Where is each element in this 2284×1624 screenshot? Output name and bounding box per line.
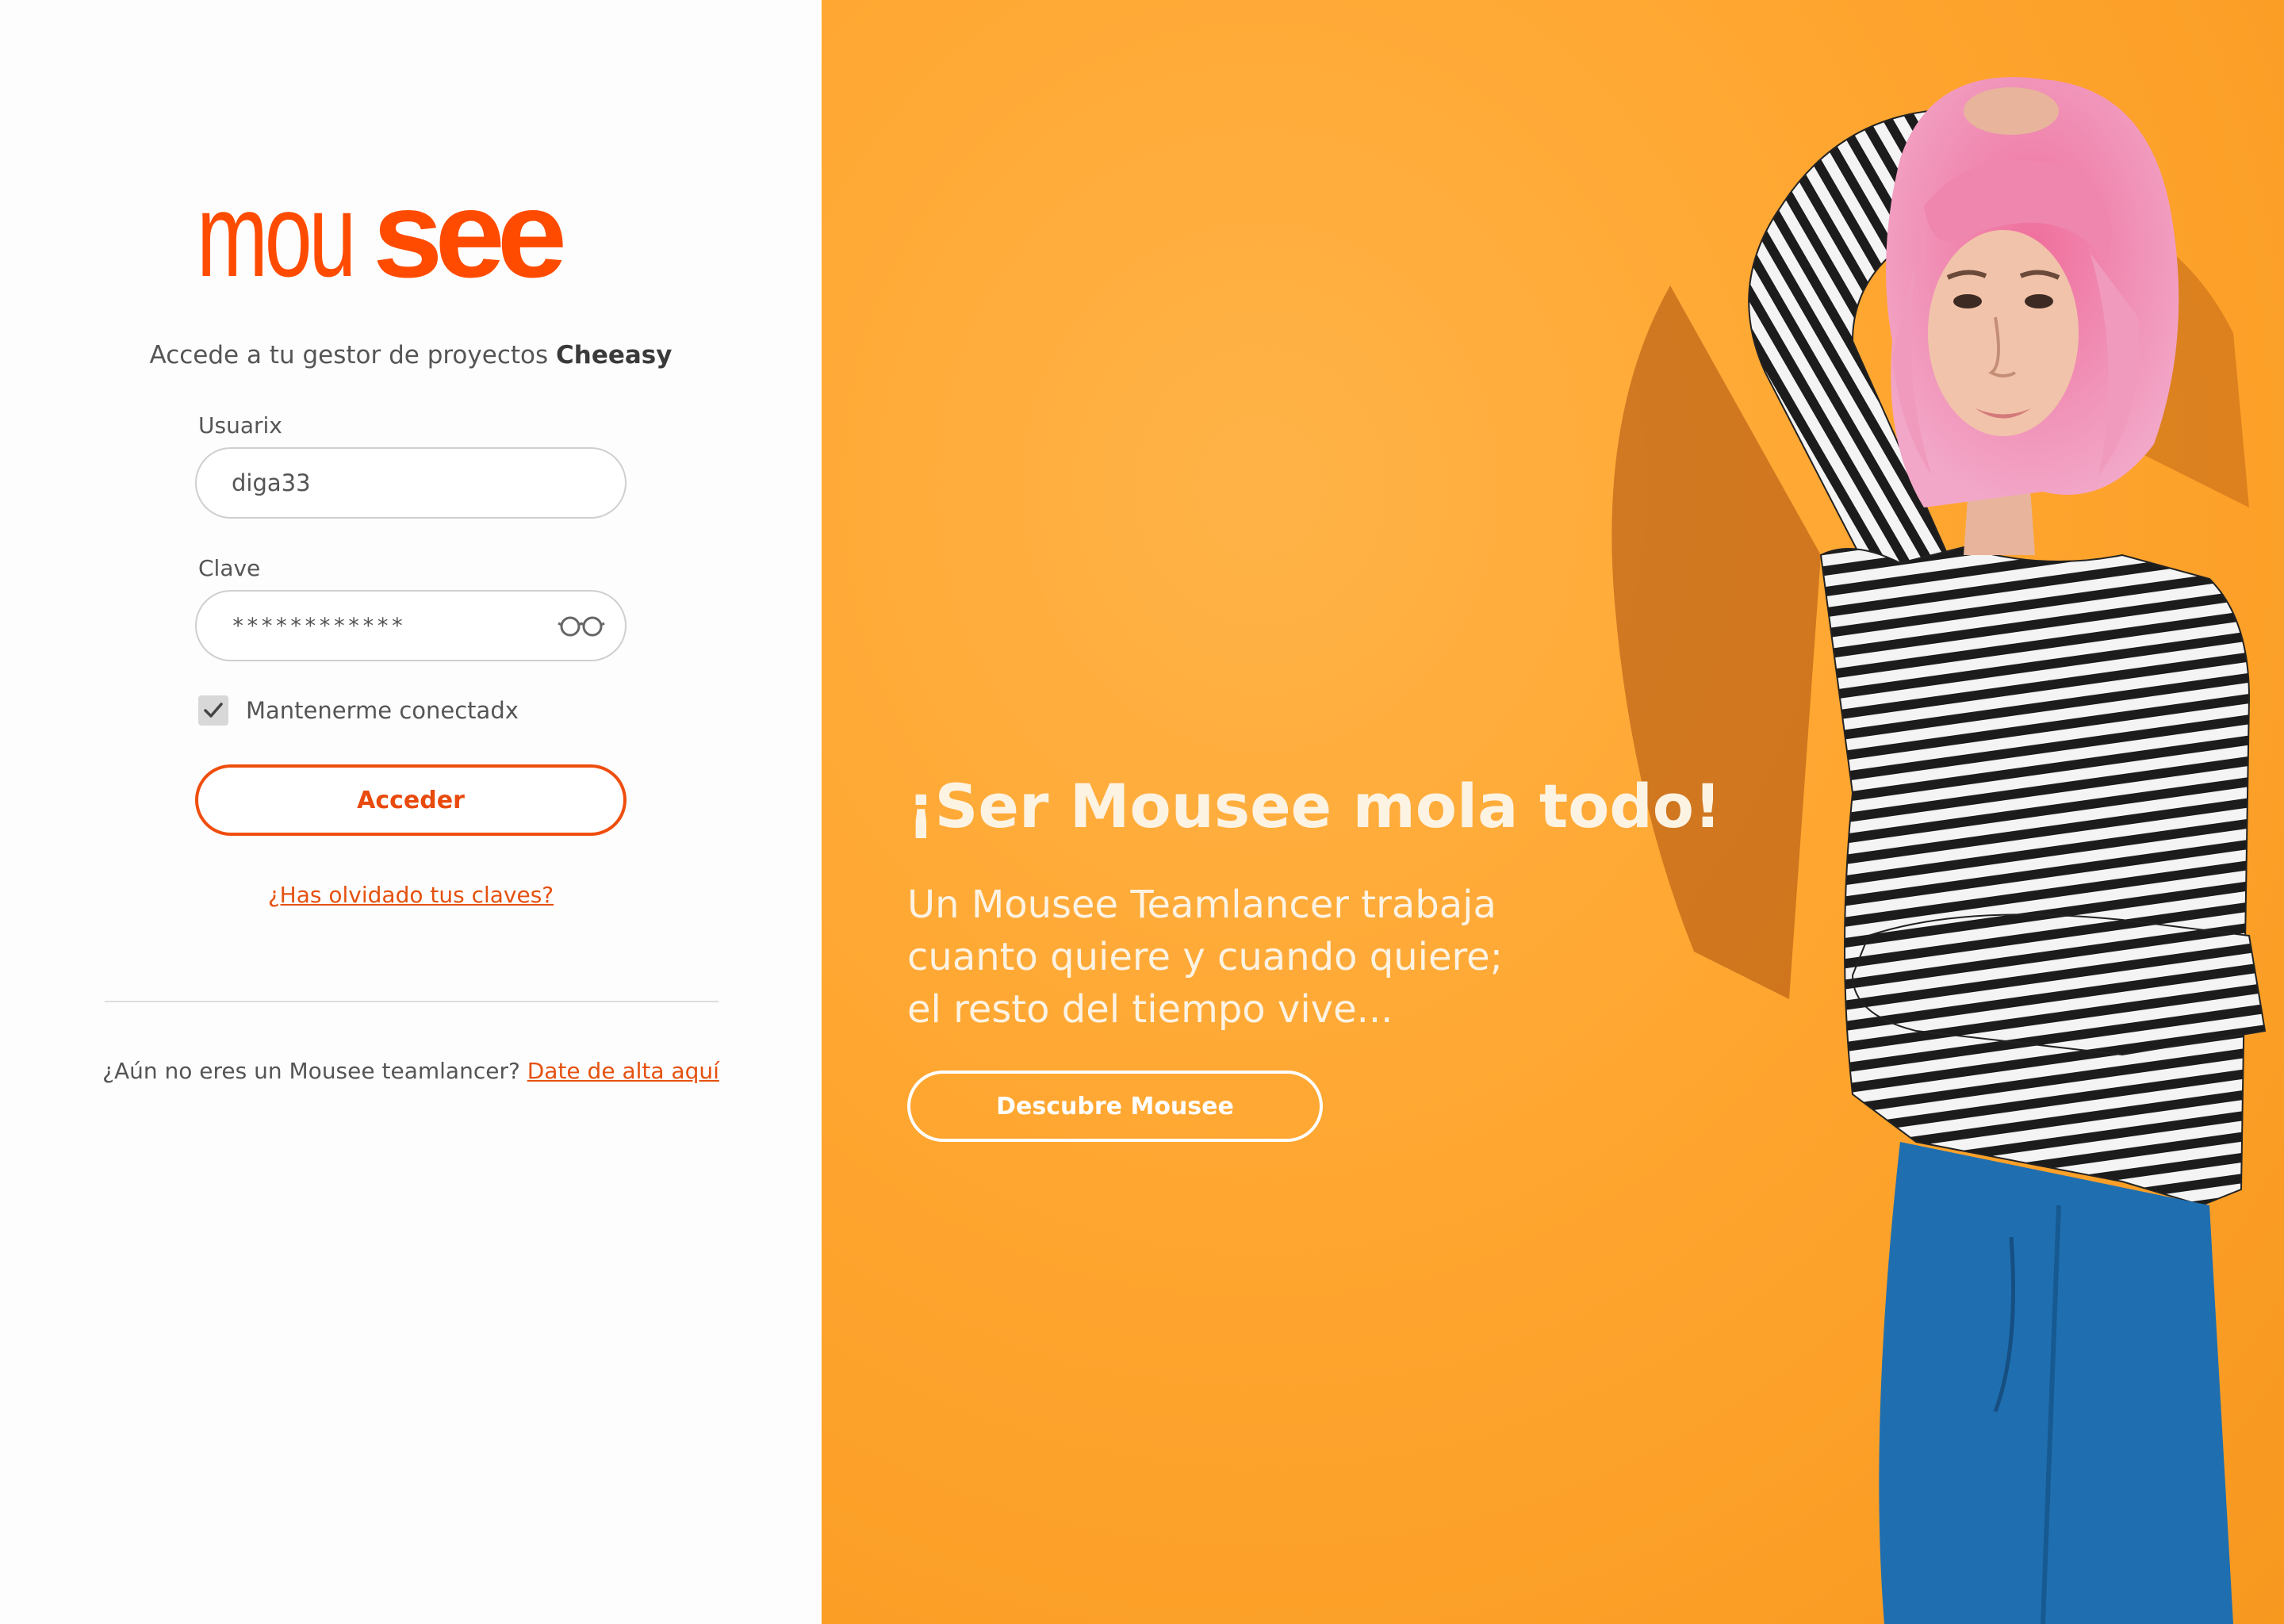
logo-text-bold: see bbox=[373, 166, 567, 304]
password-label: Clave bbox=[198, 555, 261, 581]
logo-text-thin: mou bbox=[197, 168, 356, 301]
remember-me[interactable]: Mantenerme conectadx bbox=[198, 695, 519, 726]
subtitle-text: Accede a tu gestor de proyectos bbox=[149, 341, 556, 370]
hero-text: Un Mousee Teamlancer trabaja cuanto quie… bbox=[907, 883, 1503, 1032]
login-panel: mou see Accede a tu gestor de proyectos … bbox=[0, 0, 822, 1624]
mousee-logo: mou see bbox=[197, 166, 625, 304]
forgot-password-link[interactable]: ¿Has olvidado tus claves? bbox=[0, 882, 822, 908]
signup-link[interactable]: Date de alta aquí bbox=[527, 1058, 719, 1084]
username-label: Usuarix bbox=[198, 412, 282, 439]
username-value: diga33 bbox=[232, 469, 311, 496]
subtitle-brand: Cheeasy bbox=[556, 341, 673, 370]
signup-text: ¿Aún no eres un Mousee teamlancer? bbox=[102, 1058, 527, 1084]
password-value: ************ bbox=[232, 613, 406, 638]
signup-prompt: ¿Aún no eres un Mousee teamlancer? Date … bbox=[0, 1058, 822, 1084]
login-button[interactable]: Acceder bbox=[195, 764, 627, 836]
remember-label: Mantenerme conectadx bbox=[246, 697, 519, 724]
username-input[interactable]: diga33 bbox=[195, 447, 627, 519]
checkmark-icon bbox=[204, 703, 223, 718]
divider bbox=[105, 1001, 719, 1002]
discover-button[interactable]: Descubre Mousee bbox=[907, 1071, 1323, 1142]
hero-title: ¡Ser Mousee mola todo! bbox=[907, 771, 1722, 841]
password-input[interactable]: ************ bbox=[195, 590, 627, 661]
hero-panel: ¡Ser Mousee mola todo! Un Mousee Teamlan… bbox=[822, 0, 2284, 1624]
show-password-icon[interactable] bbox=[557, 614, 606, 639]
login-subtitle: Accede a tu gestor de proyectos Cheeasy bbox=[0, 341, 822, 370]
remember-checkbox[interactable] bbox=[198, 695, 228, 726]
